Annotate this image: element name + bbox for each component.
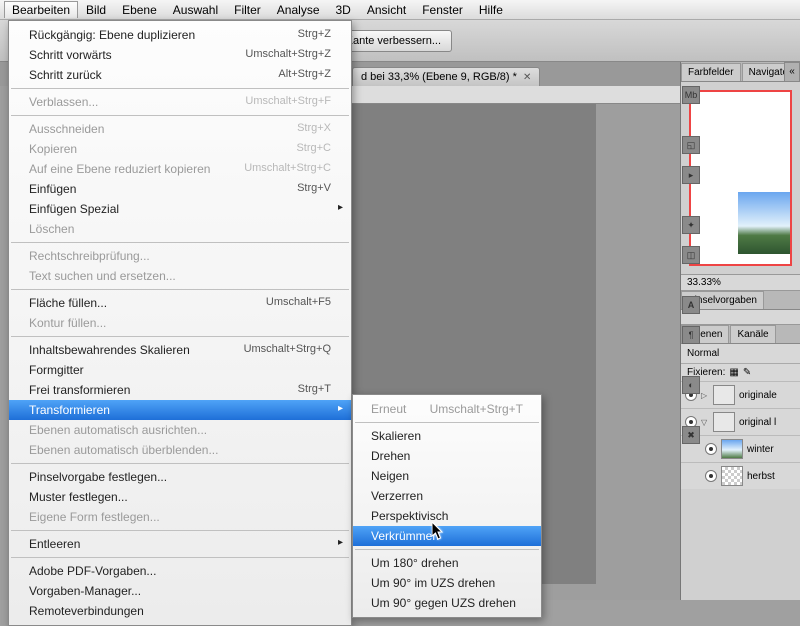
character-icon[interactable]: A bbox=[682, 296, 700, 314]
tab-kanaele[interactable]: Kanäle bbox=[730, 325, 775, 343]
edit-menu-item[interactable]: Schritt zurückAlt+Strg+Z bbox=[9, 65, 351, 85]
edit-menu-dropdown: Rückgängig: Ebene duplizierenStrg+ZSchri… bbox=[8, 20, 352, 626]
menu-bild[interactable]: Bild bbox=[78, 1, 114, 19]
edit-menu-item[interactable]: Inhaltsbewahrendes SkalierenUmschalt+Str… bbox=[9, 340, 351, 360]
menu-hilfe[interactable]: Hilfe bbox=[471, 1, 511, 19]
fold-icon[interactable]: ▷ bbox=[701, 391, 709, 400]
transform-submenu-item[interactable]: Verzerren bbox=[353, 486, 541, 506]
edit-menu-item[interactable]: Pinselvorgabe festlegen... bbox=[9, 467, 351, 487]
edit-menu-item[interactable]: Vorgaben-Manager... bbox=[9, 581, 351, 601]
navigator-image bbox=[738, 192, 790, 254]
transform-submenu-item: ErneutUmschalt+Strg+T bbox=[353, 399, 541, 419]
layer-thumb bbox=[713, 412, 735, 432]
edit-menu-item[interactable]: Einfügen Spezial bbox=[9, 199, 351, 219]
edit-menu-item: Kontur füllen... bbox=[9, 313, 351, 333]
clone-source-icon[interactable]: ◫ bbox=[682, 246, 700, 264]
transform-submenu-item[interactable]: Um 90° im UZS drehen bbox=[353, 573, 541, 593]
menu-ansicht[interactable]: Ansicht bbox=[359, 1, 414, 19]
edit-menu-item: Ebenen automatisch ausrichten... bbox=[9, 420, 351, 440]
edit-menu-item[interactable]: Fläche füllen...Umschalt+F5 bbox=[9, 293, 351, 313]
tab-title: d bei 33,3% (Ebene 9, RGB/8) * bbox=[361, 71, 517, 83]
visibility-icon[interactable] bbox=[705, 443, 717, 455]
transform-submenu-item[interactable]: Um 180° drehen bbox=[353, 553, 541, 573]
mini-bridge-icon[interactable]: Mb bbox=[682, 86, 700, 104]
edit-menu-item: Ebenen automatisch überblenden... bbox=[9, 440, 351, 460]
close-icon[interactable]: ✕ bbox=[523, 72, 531, 83]
history-icon[interactable]: ◱ bbox=[682, 136, 700, 154]
layer-row[interactable]: herbst bbox=[681, 462, 800, 489]
menu-3d[interactable]: 3D bbox=[328, 1, 359, 19]
menubar: BearbeitenBildEbeneAuswahlFilterAnalyse3… bbox=[0, 0, 800, 20]
brush-icon[interactable]: ✦ bbox=[682, 216, 700, 234]
edit-menu-item: Text suchen und ersetzen... bbox=[9, 266, 351, 286]
edit-menu-item[interactable]: Entleeren bbox=[9, 534, 351, 554]
actions-icon[interactable]: ▸ bbox=[682, 166, 700, 184]
layer-thumb bbox=[721, 439, 743, 459]
layer-name: originale bbox=[739, 390, 777, 401]
edit-menu-item[interactable]: Muster festlegen... bbox=[9, 487, 351, 507]
paragraph-icon[interactable]: ¶ bbox=[682, 326, 700, 344]
transform-submenu-item[interactable]: Drehen bbox=[353, 446, 541, 466]
edit-menu-item[interactable]: Transformieren bbox=[9, 400, 351, 420]
edit-menu-item[interactable]: Remoteverbindungen bbox=[9, 601, 351, 621]
edit-menu-item: Löschen bbox=[9, 219, 351, 239]
layer-thumb bbox=[713, 385, 735, 405]
edit-menu-item[interactable]: EinfügenStrg+V bbox=[9, 179, 351, 199]
edit-menu-item: Rechtschreibprüfung... bbox=[9, 246, 351, 266]
transform-submenu-item[interactable]: Verkrümmen bbox=[353, 526, 541, 546]
menu-filter[interactable]: Filter bbox=[226, 1, 269, 19]
menu-ebene[interactable]: Ebene bbox=[114, 1, 165, 19]
tab-farbfelder[interactable]: Farbfelder bbox=[681, 63, 741, 81]
document-tab[interactable]: d bei 33,3% (Ebene 9, RGB/8) * ✕ bbox=[352, 67, 540, 86]
edit-menu-item: KopierenStrg+C bbox=[9, 139, 351, 159]
edit-menu-item[interactable]: Rückgängig: Ebene duplizierenStrg+Z bbox=[9, 25, 351, 45]
navigator-panel-tabs: Farbfelder Navigator bbox=[681, 62, 800, 82]
menu-auswahl[interactable]: Auswahl bbox=[165, 1, 226, 19]
tool-presets-icon[interactable]: ✖ bbox=[682, 426, 700, 444]
panel-icon-strip: Mb ◱ ▸ ✦ ◫ A ¶ ◐ ✖ bbox=[680, 86, 702, 444]
menu-bearbeiten[interactable]: Bearbeiten bbox=[4, 1, 78, 18]
info-icon[interactable]: ◐ bbox=[682, 376, 700, 394]
edit-menu-item: AusschneidenStrg+X bbox=[9, 119, 351, 139]
edit-menu-item: Eigene Form festlegen... bbox=[9, 507, 351, 527]
fold-icon[interactable]: ▽ bbox=[701, 418, 709, 427]
transform-submenu-item[interactable]: Perspektivisch bbox=[353, 506, 541, 526]
navigator-thumbnail[interactable] bbox=[689, 90, 792, 266]
edit-menu-item: Auf eine Ebene reduziert kopierenUmschal… bbox=[9, 159, 351, 179]
layer-name: original l bbox=[739, 417, 776, 428]
panel-expand-icon[interactable]: « bbox=[784, 62, 800, 82]
menu-fenster[interactable]: Fenster bbox=[414, 1, 471, 19]
lock-pixels-icon[interactable]: ✎ bbox=[743, 367, 751, 378]
edit-menu-item[interactable]: Formgitter bbox=[9, 360, 351, 380]
menu-analyse[interactable]: Analyse bbox=[269, 1, 328, 19]
transform-submenu: ErneutUmschalt+Strg+T SkalierenDrehenNeig… bbox=[352, 394, 542, 618]
edit-menu-item[interactable]: Schritt vorwärtsUmschalt+Strg+Z bbox=[9, 45, 351, 65]
edit-menu-item: Verblassen...Umschalt+Strg+F bbox=[9, 92, 351, 112]
refine-edge-button[interactable]: Kante verbessern... bbox=[335, 30, 452, 52]
transform-submenu-item[interactable]: Skalieren bbox=[353, 426, 541, 446]
edit-menu-item[interactable]: Frei transformierenStrg+T bbox=[9, 380, 351, 400]
layer-name: winter bbox=[747, 444, 774, 455]
lock-transparency-icon[interactable]: ▦ bbox=[729, 367, 738, 378]
edit-menu-item[interactable]: Adobe PDF-Vorgaben... bbox=[9, 561, 351, 581]
visibility-icon[interactable] bbox=[705, 470, 717, 482]
layer-name: herbst bbox=[747, 471, 775, 482]
layer-thumb bbox=[721, 466, 743, 486]
transform-submenu-item[interactable]: Neigen bbox=[353, 466, 541, 486]
transform-submenu-item[interactable]: Um 90° gegen UZS drehen bbox=[353, 593, 541, 613]
